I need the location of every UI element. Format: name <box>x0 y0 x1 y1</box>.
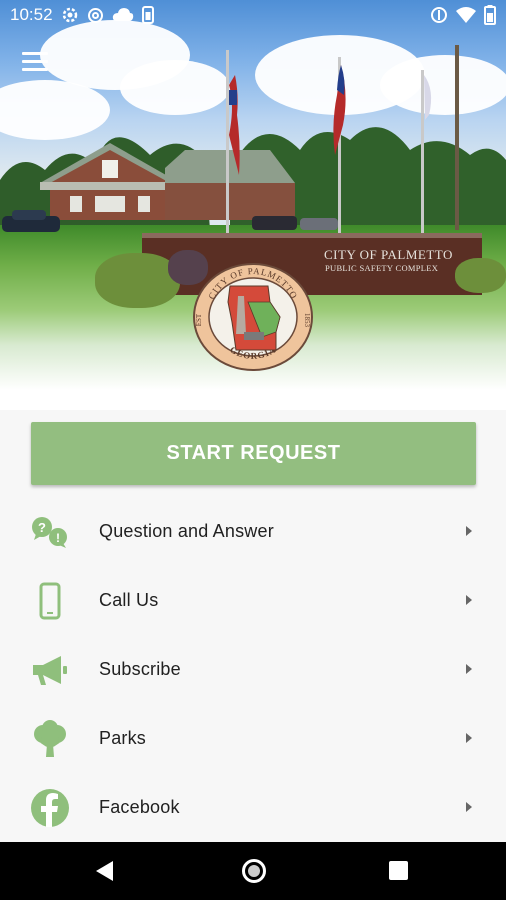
recent-apps-icon[interactable] <box>389 861 408 880</box>
hamburger-line <box>22 60 48 63</box>
phone-battery-icon <box>141 6 154 24</box>
svg-text:!: ! <box>56 531 60 545</box>
city-seal-logo: CITY OF PALMETTO GEORGIA EST 1853 <box>193 263 313 371</box>
battery-icon <box>484 5 496 25</box>
shrub <box>95 253 180 308</box>
start-request-button[interactable]: START REQUEST <box>31 422 476 485</box>
seal-left-text: EST <box>195 313 203 326</box>
chevron-right-icon <box>466 595 472 605</box>
hamburger-line <box>22 52 48 55</box>
chevron-right-icon <box>466 664 472 674</box>
menu-item-facebook[interactable]: Facebook <box>0 773 506 842</box>
facebook-icon <box>29 787 71 829</box>
settings-gear-icon <box>62 7 77 23</box>
menu-item-subscribe[interactable]: Subscribe <box>0 635 506 704</box>
menu-item-label: Question and Answer <box>99 521 274 541</box>
flagpoles <box>226 50 432 245</box>
cloud-icon <box>112 8 133 21</box>
chevron-right-icon <box>466 802 472 812</box>
data-saver-icon <box>431 7 447 23</box>
menu-item-label: Parks <box>99 728 147 748</box>
tree-icon <box>29 718 71 760</box>
question-answer-icon: ? ! <box>29 511 71 553</box>
wifi-icon <box>456 7 476 23</box>
smartphone-icon <box>29 580 71 622</box>
system-navigation-bar <box>0 842 506 900</box>
seal-right-text: 1853 <box>303 313 311 328</box>
menu-item-call-us[interactable]: Call Us <box>0 566 506 635</box>
chevron-right-icon <box>466 733 472 743</box>
home-icon[interactable] <box>242 859 266 883</box>
menu-item-label: Subscribe <box>99 659 181 679</box>
utility-pole <box>455 45 459 230</box>
chevron-right-icon <box>466 526 472 536</box>
main-content: START REQUEST ? ! Question and Answer Ca… <box>0 410 506 842</box>
megaphone-icon <box>29 649 71 691</box>
hamburger-menu-button[interactable] <box>22 52 48 72</box>
status-bar: 10:52 <box>0 0 506 30</box>
back-icon[interactable] <box>96 861 113 881</box>
at-sign-icon <box>87 7 103 23</box>
hamburger-line <box>22 68 48 71</box>
menu-item-label: Call Us <box>99 590 159 610</box>
cloud <box>120 60 230 115</box>
status-time: 10:52 <box>10 5 53 24</box>
shrub <box>455 258 506 293</box>
menu-item-parks[interactable]: Parks <box>0 704 506 773</box>
sign-line1: CITY OF PALMETTO <box>324 247 453 262</box>
car <box>2 210 60 232</box>
menu-item-label: Facebook <box>99 797 180 817</box>
menu-item-question-and-answer[interactable]: ? ! Question and Answer <box>0 497 506 566</box>
menu-list: ? ! Question and Answer Call Us Subscrib… <box>0 497 506 842</box>
svg-text:?: ? <box>38 520 46 535</box>
sign-line2: PUBLIC SAFETY COMPLEX <box>325 263 439 273</box>
